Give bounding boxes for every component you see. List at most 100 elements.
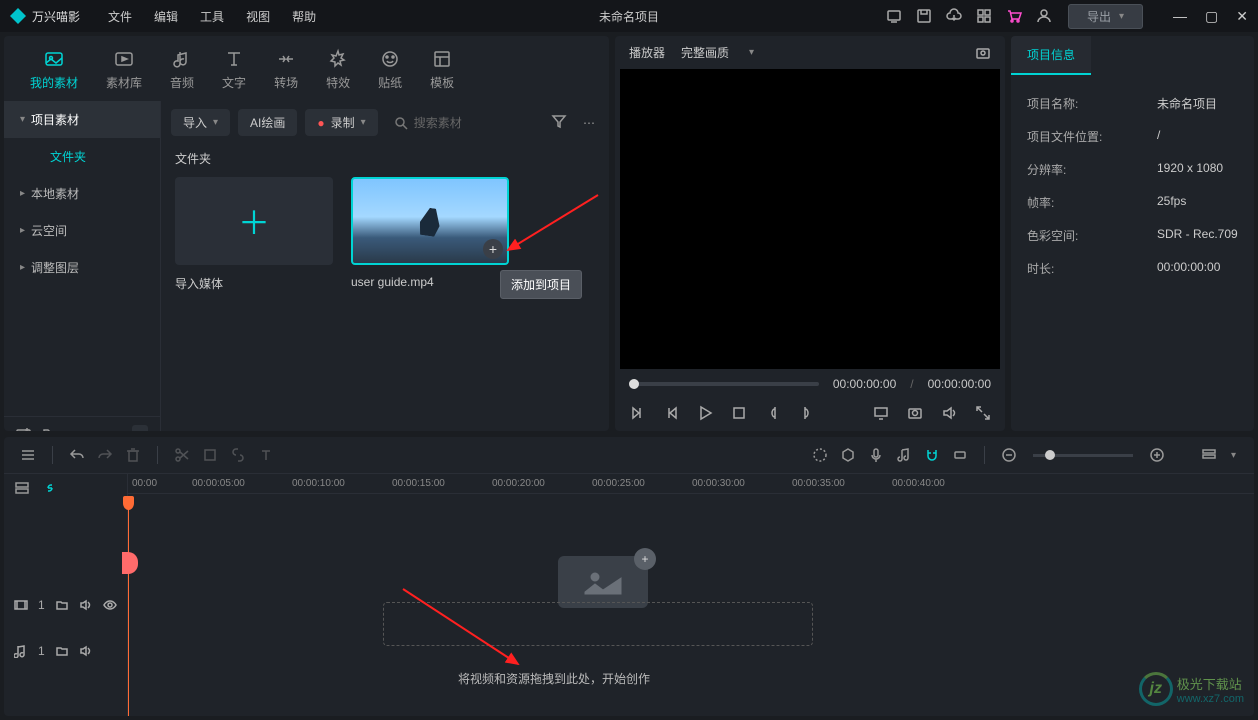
folder-heading: 文件夹	[161, 144, 609, 177]
logo-icon	[10, 8, 26, 24]
link-toggle-icon[interactable]	[948, 443, 972, 467]
more-icon[interactable]: ⋯	[579, 112, 599, 134]
visibility-icon[interactable]	[103, 598, 117, 612]
account-icon[interactable]	[1036, 8, 1052, 24]
crop-icon[interactable]	[198, 443, 222, 467]
playhead[interactable]	[128, 498, 129, 716]
timeline-panel: ▾ 1 1	[4, 437, 1254, 716]
link-icon[interactable]	[42, 480, 58, 496]
zoom-out-icon[interactable]	[997, 443, 1021, 467]
record-dropdown[interactable]: ●录制▾	[305, 109, 377, 136]
audio-track-header[interactable]: 1	[4, 628, 127, 674]
menu-view[interactable]: 视图	[246, 8, 270, 25]
undo-icon[interactable]	[65, 443, 89, 467]
adjust-icon[interactable]	[808, 443, 832, 467]
play-icon[interactable]	[697, 405, 713, 421]
timeline-menu-icon[interactable]	[16, 443, 40, 467]
drop-hint: 将视频和资源拖拽到此处，开始创作	[458, 670, 650, 687]
player-progress-bar[interactable]	[629, 382, 819, 386]
expand-tracks-icon[interactable]	[14, 480, 30, 496]
timeline-tracks[interactable]: 00:00 00:00:05:00 00:00:10:00 00:00:15:0…	[128, 474, 1254, 716]
tree-local[interactable]: ▸本地素材	[4, 175, 160, 212]
tab-my-media[interactable]: 我的素材	[24, 44, 84, 95]
media-clip-tile[interactable]: user guide.mp4	[351, 177, 509, 292]
mark-out-icon[interactable]	[799, 405, 815, 421]
delete-icon[interactable]	[121, 443, 145, 467]
tab-transition[interactable]: 转场	[268, 44, 304, 95]
new-folder-icon[interactable]	[16, 426, 32, 431]
snapshot-icon[interactable]	[975, 45, 991, 61]
chain-icon[interactable]	[226, 443, 250, 467]
volume-icon[interactable]	[941, 405, 957, 421]
tab-sticker[interactable]: 贴纸	[372, 44, 408, 95]
quality-select[interactable]: 完整画质▾	[681, 44, 754, 61]
menu-tools[interactable]: 工具	[200, 8, 224, 25]
tab-stock[interactable]: 素材库	[100, 44, 148, 95]
camera-icon[interactable]	[907, 405, 923, 421]
display-icon[interactable]	[873, 405, 889, 421]
time-current: 00:00:00:00	[833, 377, 896, 391]
prev-frame-icon[interactable]	[629, 405, 645, 421]
menu-file[interactable]: 文件	[108, 8, 132, 25]
music-note-icon[interactable]	[892, 443, 916, 467]
menu-help[interactable]: 帮助	[292, 8, 316, 25]
title-bar: 万兴喵影 文件 编辑 工具 视图 帮助 未命名项目 导出 ▾ ― ▢ ✕	[0, 0, 1258, 32]
collapse-sidebar-button[interactable]: ‹	[132, 425, 148, 431]
tab-audio[interactable]: 音频	[164, 44, 200, 95]
tab-text[interactable]: 文字	[216, 44, 252, 95]
ai-draw-button[interactable]: AI绘画	[238, 109, 297, 136]
cloud-icon[interactable]	[946, 8, 962, 24]
folder-small-icon[interactable]	[55, 598, 69, 612]
zoom-in-icon[interactable]	[1145, 443, 1169, 467]
mute-icon[interactable]	[79, 644, 93, 658]
chevron-right-icon: ▸	[20, 262, 25, 273]
maximize-button[interactable]: ▢	[1205, 8, 1218, 25]
drop-placeholder-thumb	[558, 556, 648, 608]
tree-adjust[interactable]: ▸调整图层	[4, 249, 160, 286]
mute-icon[interactable]	[79, 598, 93, 612]
folder-small-icon[interactable]	[55, 644, 69, 658]
tree-project-media[interactable]: ▾项目素材	[4, 101, 160, 138]
stop-icon[interactable]	[731, 405, 747, 421]
mic-icon[interactable]	[864, 443, 888, 467]
text-tool-icon[interactable]	[254, 443, 278, 467]
mark-in-icon[interactable]	[765, 405, 781, 421]
tab-template[interactable]: 模板	[424, 44, 460, 95]
split-icon[interactable]	[170, 443, 194, 467]
cart-icon[interactable]	[1006, 8, 1022, 24]
info-panel: 项目信息 项目名称:未命名项目 项目文件位置:/ 分辨率:1920 x 1080…	[1011, 36, 1254, 431]
magnet-icon[interactable]	[920, 443, 944, 467]
apps-icon[interactable]	[976, 8, 992, 24]
tree-folder[interactable]: 文件夹	[4, 138, 160, 175]
step-back-icon[interactable]	[663, 405, 679, 421]
tree-cloud[interactable]: ▸云空间	[4, 212, 160, 249]
timeline-ruler[interactable]: 00:00 00:00:05:00 00:00:10:00 00:00:15:0…	[128, 474, 1254, 494]
export-button[interactable]: 导出 ▾	[1068, 4, 1143, 29]
search-input[interactable]: 搜索素材	[386, 109, 539, 136]
import-dropdown[interactable]: 导入▾	[171, 109, 230, 136]
video-track-header[interactable]: 1	[4, 582, 127, 628]
redo-icon[interactable]	[93, 443, 117, 467]
device-icon[interactable]	[886, 8, 902, 24]
tab-effect[interactable]: 特效	[320, 44, 356, 95]
folder-icon[interactable]	[42, 426, 58, 431]
fullscreen-icon[interactable]	[975, 405, 991, 421]
zoom-slider[interactable]	[1033, 454, 1133, 457]
app-logo: 万兴喵影	[10, 8, 80, 25]
menu-edit[interactable]: 编辑	[154, 8, 178, 25]
player-viewport[interactable]	[620, 69, 1000, 369]
close-button[interactable]: ✕	[1236, 8, 1248, 25]
timeline-view-icon[interactable]	[1197, 443, 1221, 467]
marker-icon[interactable]	[836, 443, 860, 467]
drop-zone[interactable]	[383, 602, 813, 646]
audio-track-icon	[14, 644, 28, 658]
chevron-down-icon[interactable]: ▾	[1225, 450, 1242, 461]
import-media-tile[interactable]: ＋ 导入媒体	[175, 177, 333, 292]
minimize-button[interactable]: ―	[1173, 8, 1187, 25]
info-tab[interactable]: 项目信息	[1011, 36, 1091, 75]
playhead-handle[interactable]	[122, 552, 138, 574]
time-total: 00:00:00:00	[928, 377, 991, 391]
save-icon[interactable]	[916, 8, 932, 24]
filter-icon[interactable]	[547, 109, 571, 136]
media-sidebar: ▾项目素材 文件夹 ▸本地素材 ▸云空间 ▸调整图层 ‹	[4, 101, 161, 431]
